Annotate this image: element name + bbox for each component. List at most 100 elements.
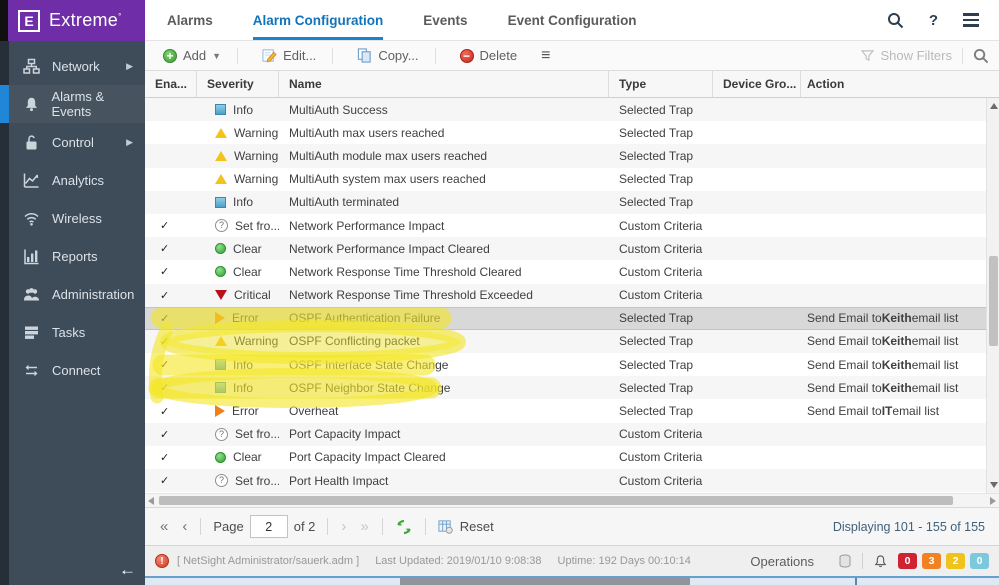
- table-row[interactable]: ✓ Warning OSPF Conflicting packet Select…: [145, 330, 999, 353]
- table-row[interactable]: ✓ ? Set fro... Port Capacity Impact Cust…: [145, 423, 999, 446]
- sidebar-item-tasks[interactable]: Tasks ▶: [9, 313, 145, 351]
- table-row[interactable]: ✓ Info OSPF Neighbor State Change Select…: [145, 376, 999, 399]
- table-row[interactable]: ✓ ? Set fro... Network Performance Impac…: [145, 214, 999, 237]
- add-button[interactable]: + Add ▼: [153, 48, 231, 63]
- operations-button[interactable]: Operations: [750, 554, 814, 569]
- page-number-input[interactable]: [250, 515, 288, 538]
- brand-name: Extreme°: [49, 10, 122, 31]
- table-row[interactable]: ✓ Critical Network Response Time Thresho…: [145, 284, 999, 307]
- sidebar-item-label: Administration: [52, 287, 134, 302]
- search-icon[interactable]: [887, 12, 904, 29]
- vertical-scrollbar[interactable]: [986, 98, 999, 493]
- sidebar-collapse-icon[interactable]: ←: [119, 560, 136, 580]
- table-row[interactable]: ✓ Error OSPF Authentication Failure Sele…: [145, 307, 999, 330]
- alarm-action-cell: [801, 144, 999, 167]
- next-page-button[interactable]: ›: [334, 518, 353, 535]
- database-icon[interactable]: [838, 554, 852, 569]
- prev-page-button[interactable]: ‹: [175, 518, 194, 535]
- sidebar-item-connect[interactable]: Connect ▶: [9, 351, 145, 389]
- first-page-button[interactable]: «: [153, 518, 175, 535]
- sidebar-item-alarms-events[interactable]: Alarms & Events ▶: [9, 85, 145, 123]
- horizontal-scrollbar[interactable]: [145, 493, 999, 507]
- scroll-up-icon[interactable]: [990, 103, 998, 109]
- help-icon[interactable]: ?: [929, 12, 938, 29]
- status-badge[interactable]: 2: [946, 553, 965, 569]
- sidebar-item-control[interactable]: Control ▶: [9, 123, 145, 161]
- delete-button[interactable]: − Delete: [450, 48, 528, 63]
- severity-label: Set fro...: [235, 219, 279, 233]
- sidebar-item-wireless[interactable]: Wireless ▶: [9, 199, 145, 237]
- tab-alarm-configuration[interactable]: Alarm Configuration: [253, 0, 384, 40]
- column-header-action[interactable]: Action: [801, 71, 999, 97]
- sidebar-item-administration[interactable]: Administration ▶: [9, 275, 145, 313]
- table-row[interactable]: ✓ Clear Port Capacity Impact Cleared Cus…: [145, 446, 999, 469]
- column-header-enabled[interactable]: Ena...: [145, 71, 197, 97]
- severity-icon: [215, 405, 225, 417]
- alarm-name-cell: Port Health Impact: [279, 469, 609, 492]
- scroll-down-icon[interactable]: [990, 482, 998, 488]
- column-header-name[interactable]: Name: [279, 71, 609, 97]
- alert-icon[interactable]: !: [155, 554, 169, 568]
- column-header-device-group[interactable]: Device Gro...: [713, 71, 801, 97]
- horizontal-scroll-thumb[interactable]: [159, 496, 953, 505]
- sidebar-item-label: Alarms & Events: [51, 89, 145, 119]
- alarm-name-cell: OSPF Neighbor State Change: [279, 376, 609, 399]
- table-row[interactable]: ✓ Info OSPF Interface State Change Selec…: [145, 353, 999, 376]
- alarm-type-cell: Selected Trap: [609, 98, 713, 121]
- tab-alarms[interactable]: Alarms: [167, 0, 213, 40]
- last-page-button[interactable]: »: [353, 518, 375, 535]
- alarm-name-cell: MultiAuth module max users reached: [279, 144, 609, 167]
- edit-button[interactable]: Edit...: [252, 48, 326, 63]
- tasks-icon: [22, 324, 41, 341]
- status-badge[interactable]: 3: [922, 553, 941, 569]
- bell-icon[interactable]: [873, 554, 888, 569]
- tab-events[interactable]: Events: [423, 0, 467, 40]
- alarm-type-cell: Selected Trap: [609, 308, 713, 329]
- alarm-type-cell: Selected Trap: [609, 121, 713, 144]
- table-row[interactable]: ✓ Clear Network Response Time Threshold …: [145, 260, 999, 283]
- table-search-icon[interactable]: [973, 48, 989, 64]
- severity-icon: ?: [215, 474, 228, 487]
- reset-button[interactable]: Reset: [438, 519, 494, 534]
- sidebar-item-network[interactable]: Network ▶: [9, 47, 145, 85]
- device-group-cell: [713, 214, 801, 237]
- table-row[interactable]: ✓ Error Overheat Selected Trap Send Emai…: [145, 399, 999, 422]
- show-filters-button[interactable]: Show Filters: [861, 48, 952, 63]
- table-row[interactable]: Warning MultiAuth system max users reach…: [145, 168, 999, 191]
- table-row[interactable]: Warning MultiAuth max users reached Sele…: [145, 121, 999, 144]
- alarm-name-cell: OSPF Interface State Change: [279, 353, 609, 376]
- status-badge[interactable]: 0: [970, 553, 989, 569]
- sidebar-item-reports[interactable]: Reports ▶: [9, 237, 145, 275]
- table-row[interactable]: Info MultiAuth Success Selected Trap: [145, 98, 999, 121]
- enabled-checkmark: ✓: [160, 474, 169, 487]
- table-row[interactable]: ✓ ? Set fro... Port Health Impact Custom…: [145, 469, 999, 492]
- severity-icon: [215, 336, 227, 346]
- alarm-type-cell: Selected Trap: [609, 191, 713, 214]
- alarm-type-cell: Selected Trap: [609, 144, 713, 167]
- copy-button[interactable]: Copy...: [347, 48, 428, 63]
- refresh-icon[interactable]: [396, 519, 412, 535]
- alarm-action-cell: [801, 121, 999, 144]
- last-updated: Last Updated: 2019/01/10 9:08:38: [375, 555, 541, 567]
- tab-event-configuration[interactable]: Event Configuration: [508, 0, 637, 40]
- toolbar-menu-icon[interactable]: ≡: [541, 47, 549, 65]
- column-header-severity[interactable]: Severity: [197, 71, 279, 97]
- column-header-type[interactable]: Type: [609, 71, 713, 97]
- device-group-cell: [713, 446, 801, 469]
- status-badge[interactable]: 0: [898, 553, 917, 569]
- scroll-left-icon[interactable]: [148, 497, 154, 505]
- device-group-cell: [713, 469, 801, 492]
- scroll-right-icon[interactable]: [990, 497, 996, 505]
- severity-label: Warning: [234, 172, 278, 186]
- alarm-name-cell: Network Response Time Threshold Cleared: [279, 260, 609, 283]
- severity-icon: [215, 266, 226, 277]
- table-row[interactable]: ✓ Clear Network Performance Impact Clear…: [145, 237, 999, 260]
- page-of-label: of 2: [294, 519, 316, 534]
- severity-icon: [215, 174, 227, 184]
- sidebar-item-analytics[interactable]: Analytics ▶: [9, 161, 145, 199]
- table-row[interactable]: Info MultiAuth terminated Selected Trap: [145, 191, 999, 214]
- menu-icon[interactable]: [963, 13, 979, 27]
- vertical-scroll-thumb[interactable]: [989, 256, 998, 346]
- table-row[interactable]: Warning MultiAuth module max users reach…: [145, 144, 999, 167]
- device-group-cell: [713, 353, 801, 376]
